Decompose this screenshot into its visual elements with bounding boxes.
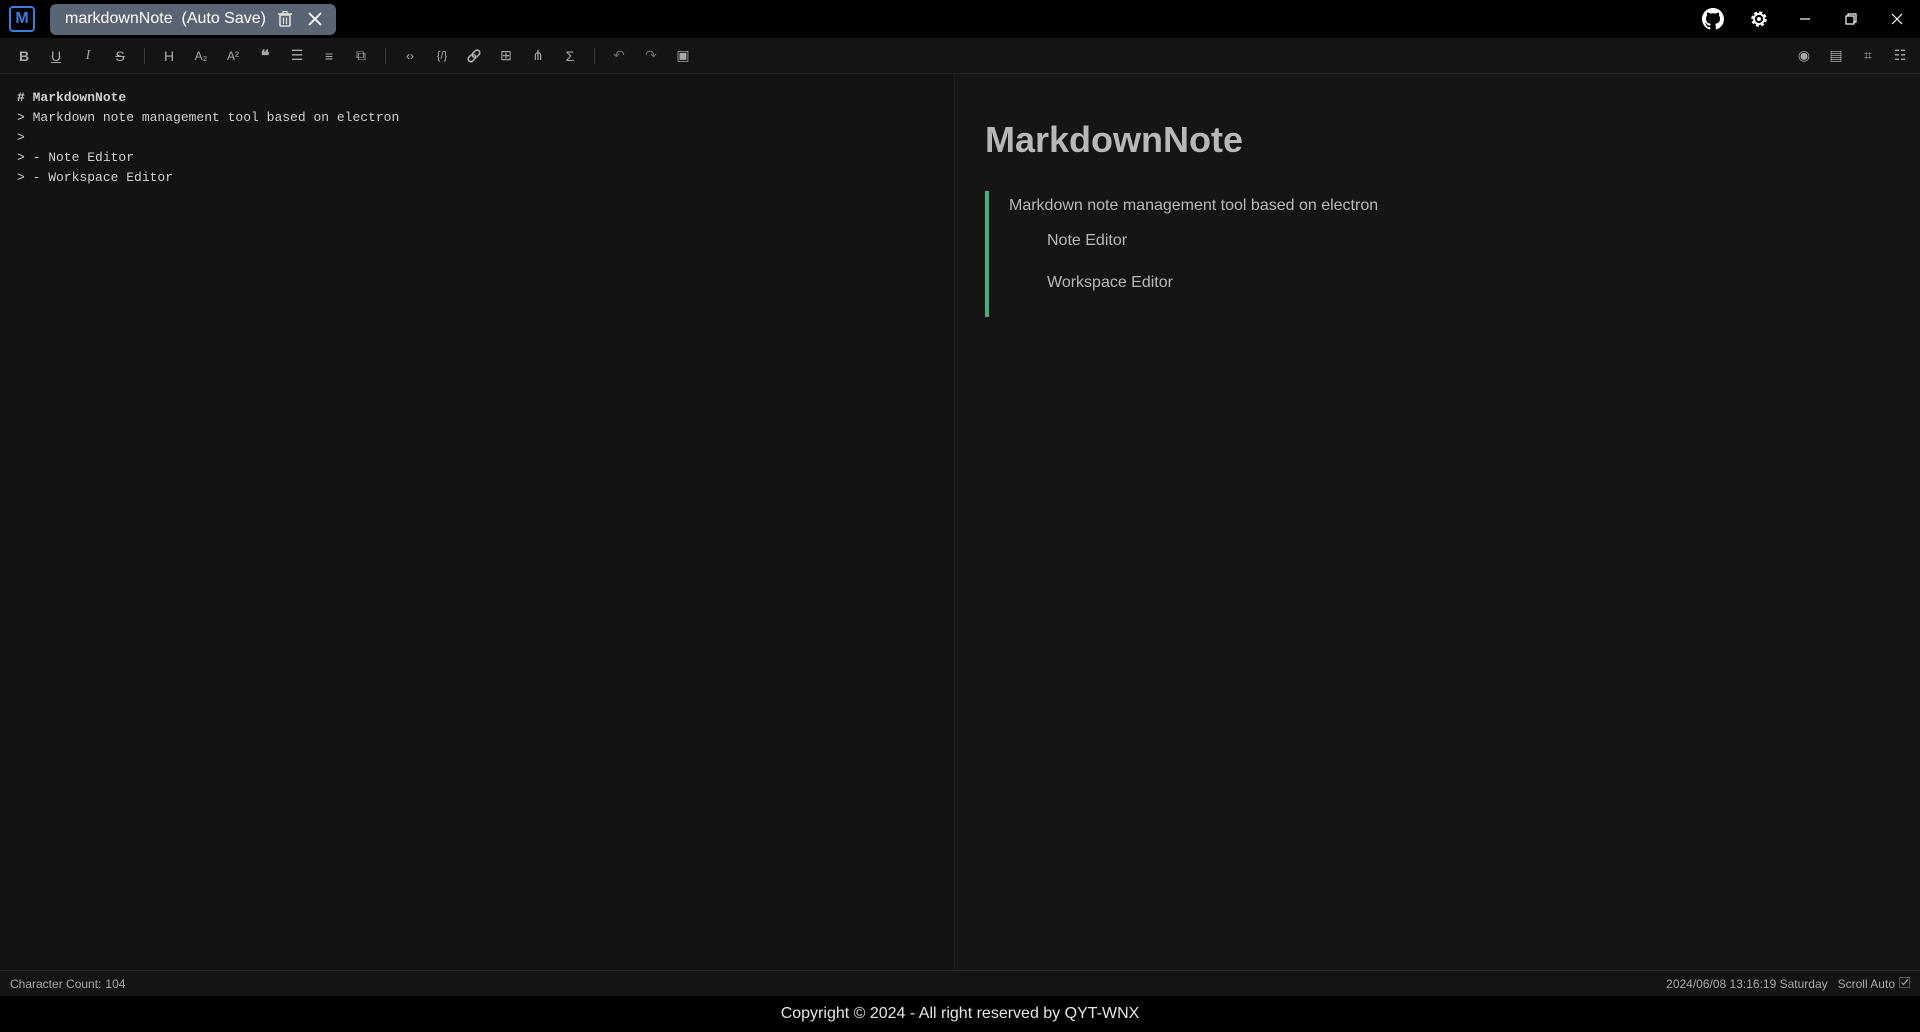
- close-icon[interactable]: [304, 8, 326, 30]
- redo-button[interactable]: ↷: [635, 42, 667, 70]
- ordered-list-button[interactable]: ≡: [313, 42, 345, 70]
- link-button[interactable]: 🔗: [458, 42, 490, 70]
- window-controls: [1690, 0, 1920, 38]
- bold-button[interactable]: B: [8, 42, 40, 70]
- table-button[interactable]: ⊞: [490, 42, 522, 70]
- footer: Copyright © 2024 - All right reserved by…: [0, 996, 1920, 1032]
- editor-line[interactable]: > Markdown note management tool based on…: [17, 108, 954, 128]
- heading-button[interactable]: H: [153, 42, 185, 70]
- status-right: 2024/06/08 13:16:19 Saturday Scroll Auto: [1666, 976, 1910, 991]
- editor-line[interactable]: > - Workspace Editor: [17, 168, 954, 188]
- preview-blockquote: Markdown note management tool based on e…: [985, 191, 1920, 317]
- task-list-button[interactable]: ⧉: [345, 42, 377, 70]
- list-item: Workspace Editor: [1047, 274, 1173, 291]
- scroll-auto-toggle[interactable]: Scroll Auto: [1837, 976, 1910, 991]
- preview-only-button[interactable]: ▤: [1820, 42, 1852, 70]
- toolbar-divider: [385, 47, 386, 64]
- preview-list: Note Editor Workspace Editor: [1009, 229, 1920, 313]
- code-block-button[interactable]: {/}: [426, 42, 458, 70]
- strikethrough-button[interactable]: S: [104, 42, 136, 70]
- mermaid-button[interactable]: ⋔: [522, 42, 554, 70]
- markdown-editor[interactable]: # MarkdownNote > Markdown note managemen…: [0, 74, 955, 970]
- scroll-auto-label: Scroll Auto: [1837, 976, 1895, 991]
- copyright-text: Copyright © 2024 - All right reserved by…: [780, 1005, 1140, 1022]
- underline-button[interactable]: U: [40, 42, 72, 70]
- tab-title: markdownNote (Auto Save): [65, 10, 266, 27]
- subscript-button[interactable]: A₂: [185, 42, 217, 70]
- minimize-icon[interactable]: [1782, 0, 1828, 38]
- title-bar: M markdownNote (Auto Save): [0, 0, 1920, 38]
- undo-button[interactable]: ↶: [603, 42, 635, 70]
- editor-line[interactable]: >: [17, 128, 954, 148]
- catalog-button[interactable]: ☷: [1884, 42, 1916, 70]
- italic-button[interactable]: I: [72, 42, 104, 70]
- datetime: 2024/06/08 13:16:19 Saturday: [1666, 976, 1828, 991]
- superscript-button[interactable]: A²: [217, 42, 249, 70]
- char-count-label: Character Count:: [10, 976, 102, 991]
- unordered-list-button[interactable]: ☰: [281, 42, 313, 70]
- editor-main: # MarkdownNote > Markdown note managemen…: [0, 74, 1920, 970]
- editor-line[interactable]: > - Note Editor: [17, 148, 954, 168]
- toolbar-right: ◉ ▤ ⌗ ☷: [1788, 42, 1920, 70]
- katex-button[interactable]: Σ: [554, 42, 586, 70]
- github-icon[interactable]: [1690, 0, 1736, 38]
- gear-icon[interactable]: [1736, 0, 1782, 38]
- checkmark-icon: [1899, 976, 1910, 991]
- app-logo-letter: M: [15, 10, 29, 27]
- app-logo-icon: M: [9, 6, 35, 32]
- toolbar-divider: [144, 47, 145, 64]
- restore-icon[interactable]: [1828, 0, 1874, 38]
- code-inline-button[interactable]: ‹›: [394, 42, 426, 70]
- close-window-icon[interactable]: [1874, 0, 1920, 38]
- preview-title: MarkdownNote: [985, 119, 1244, 160]
- toolbar-divider: [594, 47, 595, 64]
- markdown-preview: MarkdownNote Markdown note management to…: [955, 74, 1920, 970]
- list-item: Note Editor: [1047, 232, 1128, 249]
- char-count-value: 104: [105, 976, 126, 991]
- trash-icon[interactable]: [274, 8, 296, 30]
- status-bar: Character Count: 104 2024/06/08 13:16:19…: [0, 970, 1920, 996]
- quote-button[interactable]: ❝: [249, 42, 281, 70]
- html-preview-button[interactable]: ⌗: [1852, 42, 1884, 70]
- save-button[interactable]: ▣: [667, 42, 699, 70]
- tab-markdownnote[interactable]: markdownNote (Auto Save): [50, 3, 336, 35]
- preview-quote-text: Markdown note management tool based on e…: [1009, 197, 1379, 214]
- preview-button[interactable]: ◉: [1788, 42, 1820, 70]
- editor-line[interactable]: # MarkdownNote: [17, 88, 954, 108]
- editor-toolbar: B U I S H A₂ A² ❝ ☰ ≡ ⧉ ‹› {/} 🔗 ⊞ ⋔ Σ ↶…: [0, 38, 1920, 74]
